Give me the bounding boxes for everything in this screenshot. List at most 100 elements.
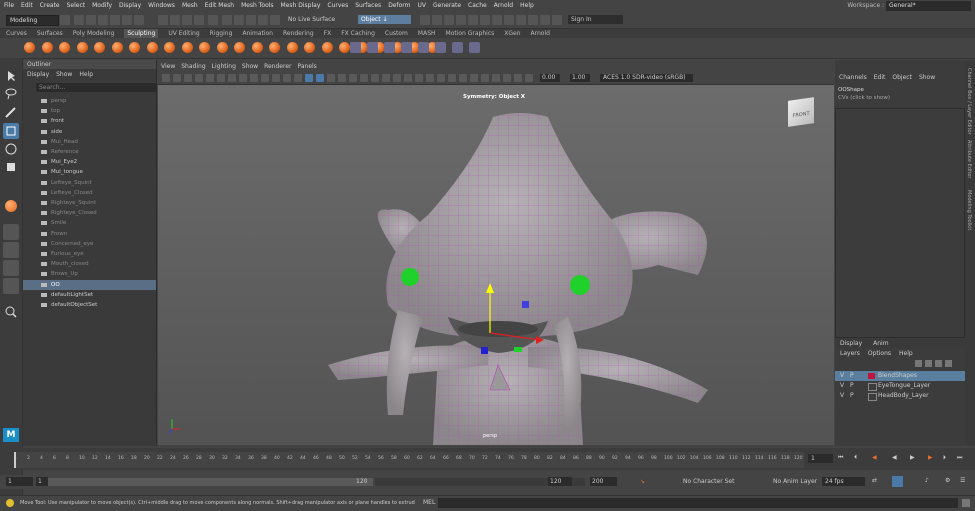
fps-dropdown[interactable]: 24 fps: [822, 477, 865, 486]
range-bar[interactable]: 120: [48, 478, 373, 486]
viewport-toolbar-icon[interactable]: [305, 74, 313, 82]
channelbox-menu-show[interactable]: Show: [919, 73, 935, 83]
outliner-menu-help[interactable]: Help: [79, 70, 93, 80]
viewport-toolbar-icon[interactable]: [272, 74, 280, 82]
key-tangent-icon[interactable]: [892, 476, 903, 487]
sculpt-brush-icon[interactable]: [146, 42, 158, 53]
shelf-tab-animation[interactable]: Animation: [242, 29, 273, 38]
channelbox-menu-channels[interactable]: Channels: [839, 73, 867, 83]
menu-display[interactable]: Display: [119, 0, 141, 12]
viewport-toolbar-icon[interactable]: [448, 74, 456, 82]
outliner-item[interactable]: OO: [23, 279, 156, 290]
outliner-item[interactable]: Reference: [23, 147, 156, 157]
gamma-field[interactable]: 1.00: [570, 74, 590, 82]
lasso-tool-icon[interactable]: [3, 86, 19, 102]
viewport-toolbar-icon[interactable]: [261, 74, 269, 82]
menu-mesh[interactable]: Mesh: [182, 0, 198, 12]
sculpt-tool-icon[interactable]: [367, 42, 378, 53]
layer-playback-toggle[interactable]: P: [850, 371, 854, 381]
playback-start-field[interactable]: 1: [36, 477, 48, 486]
shelf-tab-xgen[interactable]: XGen: [504, 29, 520, 38]
sculpt-brush-icon[interactable]: [216, 42, 228, 53]
outliner-item[interactable]: top: [23, 106, 156, 116]
layer-color-swatch[interactable]: [868, 383, 877, 391]
sculpt-brush-icon[interactable]: [286, 42, 298, 53]
anim-layer-dropdown[interactable]: No Anim Layer: [773, 477, 818, 486]
viewport-toolbar-icon[interactable]: [294, 74, 302, 82]
viewport-menu-lighting[interactable]: Lighting: [212, 62, 236, 72]
sculpt-tool-icon[interactable]: [384, 42, 395, 53]
shelf-tab-arnold[interactable]: Arnold: [531, 29, 550, 38]
viewport-toolbar-icon[interactable]: [338, 74, 346, 82]
object-field[interactable]: Object ↓: [358, 15, 411, 24]
sculpt-brush-icon[interactable]: [129, 42, 140, 53]
sculpt-brush-icon[interactable]: [24, 42, 35, 53]
outliner-item[interactable]: Righteye_Squint: [23, 198, 156, 208]
sculpt-sphere-icon[interactable]: [3, 198, 19, 214]
statusline-tool-icon[interactable]: [122, 15, 132, 25]
sculpt-brush-icon[interactable]: [234, 42, 245, 53]
viewport-toolbar-icon[interactable]: [316, 74, 324, 82]
menu-surfaces[interactable]: Surfaces: [355, 0, 381, 12]
statusline-tool-icon[interactable]: [98, 15, 108, 25]
character-mesh[interactable]: [158, 85, 834, 445]
viewport-toolbar-icon[interactable]: [360, 74, 368, 82]
viewport-toolbar-icon[interactable]: [426, 74, 434, 82]
viewport-toolbar-icon[interactable]: [228, 74, 236, 82]
sound-icon[interactable]: ♪: [925, 477, 934, 486]
move-tool-icon[interactable]: [3, 123, 19, 139]
shelf-tab-poly-modeling[interactable]: Poly Modeling: [73, 29, 115, 38]
outliner-item[interactable]: Lefteye_Closed: [23, 188, 156, 198]
statusline-tool-icon[interactable]: [134, 15, 144, 25]
outliner-item[interactable]: defaultLightSet: [23, 290, 156, 300]
outliner-item[interactable]: front: [23, 116, 156, 126]
viewport-toolbar-icon[interactable]: [162, 74, 170, 82]
viewport-toolbar-icon[interactable]: [514, 74, 522, 82]
statusline-tool-icon[interactable]: [246, 15, 256, 25]
viewport-toolbar-icon[interactable]: [503, 74, 511, 82]
go-to-start-icon[interactable]: ⏮: [838, 454, 843, 462]
statusline-tool-icon[interactable]: [480, 15, 490, 25]
start-time-field[interactable]: 1: [6, 477, 33, 486]
viewport-toolbar-icon[interactable]: [371, 74, 379, 82]
viewport-toolbar-icon[interactable]: [327, 74, 335, 82]
auto-key-icon[interactable]: ↘: [640, 478, 648, 486]
menu-create[interactable]: Create: [40, 0, 60, 12]
side-tab[interactable]: Attribute Editor: [966, 140, 972, 178]
outliner-item[interactable]: Mui_tongue: [23, 167, 156, 177]
sculpt-tool-icon[interactable]: [435, 42, 446, 53]
viewport-toolbar-icon[interactable]: [393, 74, 401, 82]
cvs-row[interactable]: CVs (click to show): [838, 95, 890, 101]
outliner-item[interactable]: Brows_Up: [23, 269, 156, 279]
shelf-tab-curves[interactable]: Curves: [6, 29, 27, 38]
viewport-toolbar-icon[interactable]: [250, 74, 258, 82]
statusline-tool-icon[interactable]: [60, 15, 70, 25]
sculpt-tool-icon[interactable]: [401, 42, 412, 53]
statusline-tool-icon[interactable]: [208, 15, 218, 25]
statusline-tool-icon[interactable]: [258, 15, 268, 25]
statusline-tool-icon[interactable]: [234, 15, 244, 25]
layer-tab-anim[interactable]: Anim: [873, 339, 888, 348]
play-forward-icon[interactable]: ▶: [910, 454, 915, 461]
outliner-search-input[interactable]: Search...: [36, 83, 157, 92]
viewport-toolbar-icon[interactable]: [206, 74, 214, 82]
sculpt-brush-icon[interactable]: [269, 42, 280, 53]
character-set-dropdown[interactable]: No Character Set: [683, 477, 758, 486]
sculpt-brush-icon[interactable]: [251, 42, 263, 53]
search-icon[interactable]: [3, 304, 19, 320]
outliner-menu-show[interactable]: Show: [56, 70, 72, 80]
layout-outliner-icon[interactable]: [3, 278, 19, 294]
layer-menu-options[interactable]: Options: [868, 349, 891, 359]
shelf-tab-mash[interactable]: MASH: [418, 29, 436, 38]
sculpt-brush-icon[interactable]: [321, 42, 333, 53]
sculpt-brush-icon[interactable]: [181, 42, 193, 53]
statusline-tool-icon[interactable]: [194, 15, 204, 25]
exposure-field[interactable]: 0.00: [540, 74, 560, 82]
outliner-menu-display[interactable]: Display: [27, 70, 49, 80]
mode-select[interactable]: Modeling: [6, 15, 59, 26]
statusline-tool-icon[interactable]: [158, 15, 168, 25]
viewport-toolbar-icon[interactable]: [349, 74, 357, 82]
paint-select-icon[interactable]: [3, 104, 19, 120]
layer-playback-toggle[interactable]: P: [850, 391, 854, 401]
sculpt-brush-icon[interactable]: [304, 42, 315, 53]
